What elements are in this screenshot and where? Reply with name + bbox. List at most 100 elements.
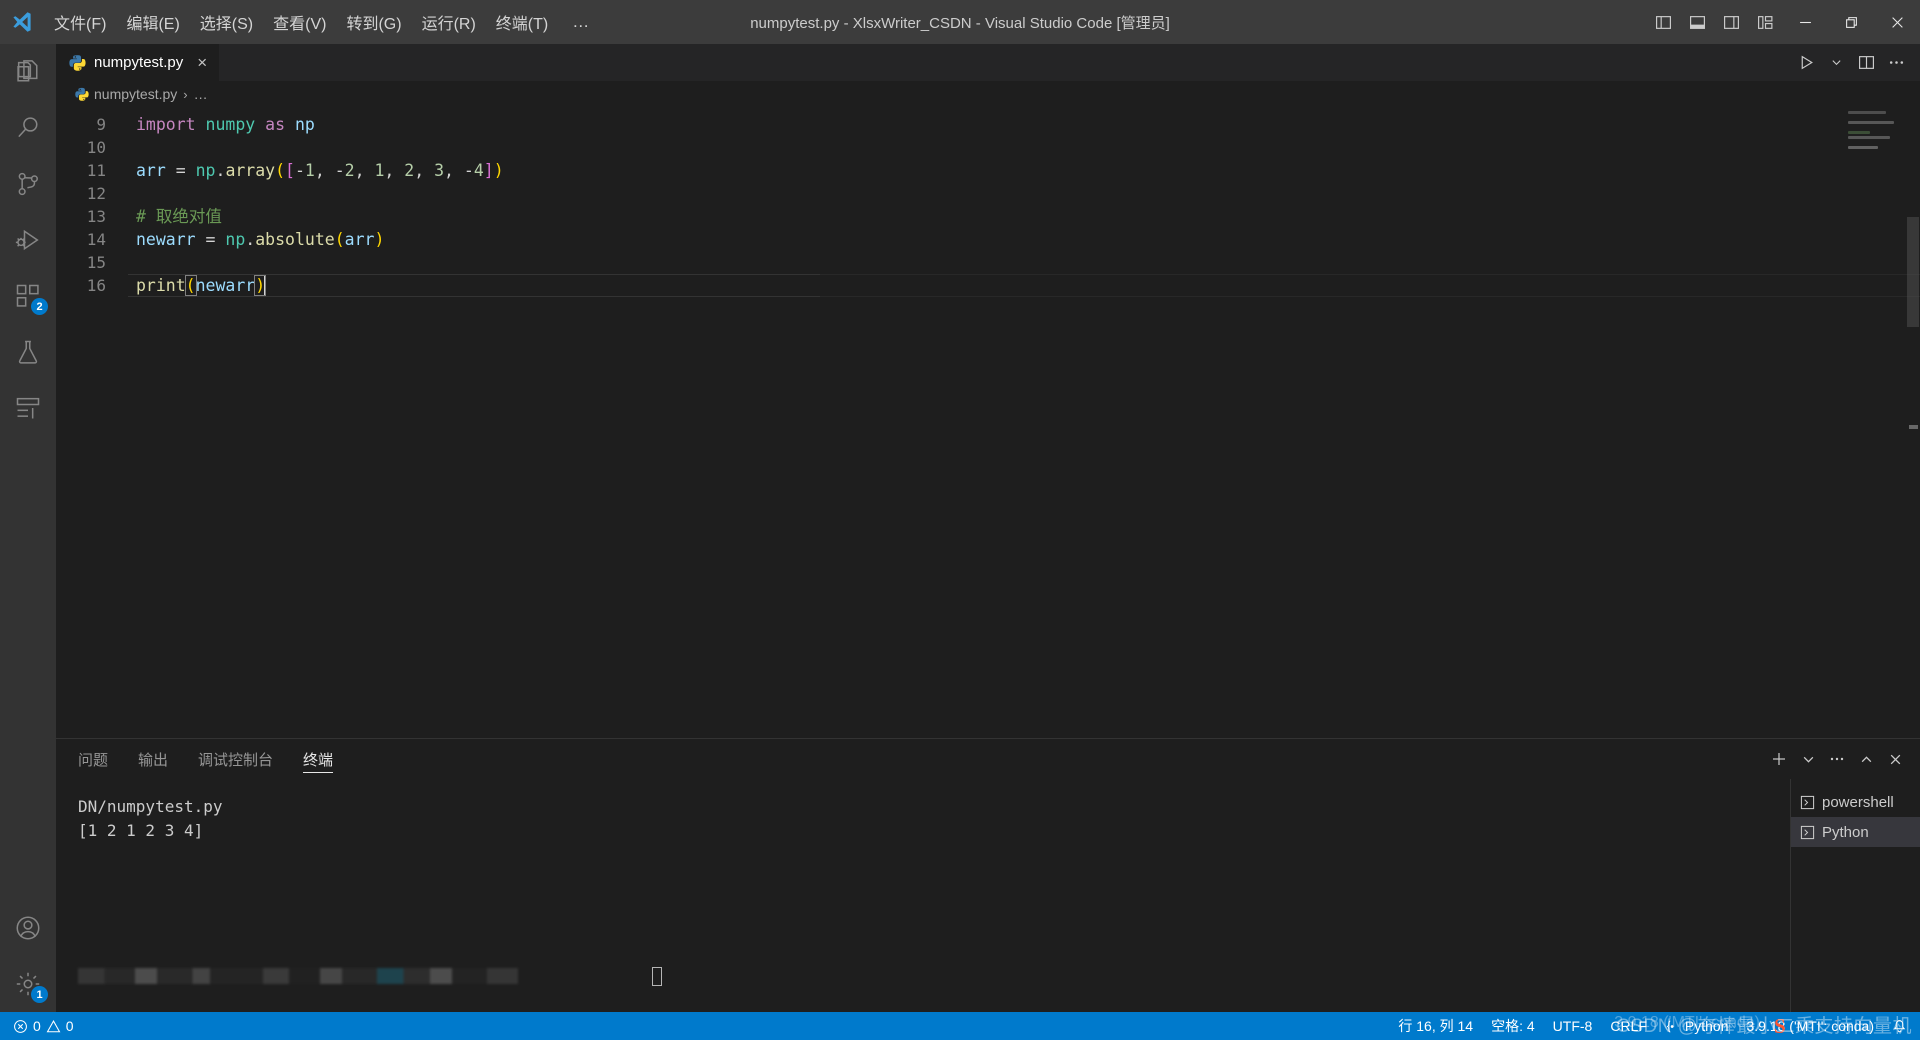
code-token: np [195,161,216,180]
terminal-entry-python[interactable]: Python [1791,817,1920,847]
warning-icon [46,1019,61,1032]
status-eol[interactable]: CRLF [1601,1012,1656,1040]
run-chevron-icon[interactable] [1822,48,1850,78]
activity-item-extensions[interactable]: 2 [0,268,56,324]
terminal-cursor [652,967,662,986]
panel-tabs: 问题 输出 调试控制台 终端 [56,739,1920,779]
panel-more-actions-icon[interactable] [1824,745,1850,773]
menu-edit[interactable]: 编辑(E) [116,0,189,44]
files-icon [17,60,38,82]
panel-tab-terminal[interactable]: 终端 [303,739,334,779]
panel-tab-debug-console[interactable]: 调试控制台 [198,739,273,779]
window-restore-button[interactable] [1828,0,1874,44]
extensions-badge: 2 [31,298,48,315]
code-token: = [165,161,196,180]
terminal-tabs-list: powershell Python [1790,779,1920,1012]
terminal-output[interactable]: DN/numpytest.py [1 2 1 2 3 4] [56,779,1790,1012]
minimap-row [1848,136,1906,139]
code-line[interactable] [128,136,1920,159]
more-actions-icon[interactable] [1882,48,1910,78]
activity-item-remote-explorer[interactable] [0,380,56,436]
code-token: , [414,161,435,180]
search-icon [18,117,38,137]
code-token: import [136,115,196,134]
toggle-secondary-sidebar-icon[interactable] [1714,0,1748,44]
python-icon [69,55,86,71]
new-terminal-icon[interactable] [1766,745,1792,773]
terminal-entry-powershell[interactable]: powershell [1791,787,1920,817]
error-icon [14,1019,27,1033]
editor-tab-numpytest[interactable]: numpytest.py × [56,44,221,81]
activity-item-search[interactable] [0,100,56,156]
status-language-mode[interactable]: Python [1656,1012,1738,1040]
run-python-file-icon[interactable] [1792,48,1820,78]
code-token: ] [483,161,494,180]
code-editor[interactable]: 9 10 11 12 13 14 15 16 import numpy as np arr = … [56,107,1920,738]
menu-terminal[interactable]: 终端(T) [486,0,558,44]
source-control-icon [18,172,38,196]
code-line[interactable] [128,182,1920,205]
activity-item-explorer[interactable] [0,44,56,100]
breadcrumb[interactable]: numpytest.py › … [56,81,1920,107]
minimap-row [1848,141,1906,144]
editor-scrollbar[interactable] [1906,107,1920,738]
menu-view[interactable]: 查看(V) [263,0,336,44]
status-encoding[interactable]: UTF-8 [1544,1012,1602,1040]
activity-item-run-and-debug[interactable] [0,212,56,268]
menu-more-icon[interactable]: … [558,0,605,44]
window-minimize-button[interactable] [1782,0,1828,44]
code-line[interactable]: # 取绝对值 [128,205,1920,228]
titlebar-right-controls [1646,0,1920,44]
close-panel-icon[interactable] [1882,745,1908,773]
toggle-panel-icon[interactable] [1680,0,1714,44]
status-indentation[interactable]: 空格: 4 [1482,1012,1544,1040]
menu-run[interactable]: 运行(R) [412,0,486,44]
bell-icon [1893,1019,1906,1032]
activity-item-testing[interactable] [0,324,56,380]
minimap-block [1848,136,1890,139]
code-token: arr [136,161,166,180]
code-line[interactable]: print(newarr) [128,274,1920,297]
minimap[interactable] [1848,111,1906,157]
terminal-prompt-blurred [78,968,518,984]
editor-actions [1792,44,1920,81]
code-line[interactable]: newarr = np.absolute(arr) [128,228,1920,251]
line-number: 11 [86,161,106,180]
code-line[interactable] [128,251,1920,274]
minimap-block [1848,146,1878,149]
code-token: 2 [404,161,415,180]
maximize-panel-icon[interactable] [1853,745,1879,773]
account-icon [16,916,40,940]
panel-tab-problems[interactable]: 问题 [78,739,108,779]
code-content[interactable]: import numpy as np arr = np.array([-1, -2… [128,107,1920,738]
activity-item-accounts[interactable] [0,900,56,956]
code-line[interactable]: import numpy as np [128,113,1920,136]
breadcrumb-file[interactable]: numpytest.py [94,86,177,102]
close-icon[interactable]: × [197,54,207,71]
split-editor-icon[interactable] [1852,48,1880,78]
terminal-dropdown-icon[interactable] [1795,745,1821,773]
customize-layout-icon[interactable] [1748,0,1782,44]
menu-go[interactable]: 转到(G) [336,0,411,44]
panel-tab-output[interactable]: 输出 [138,739,168,779]
warning-count: 0 [65,1018,74,1034]
activity-item-manage[interactable]: 1 [0,956,56,1012]
minimap-row [1848,126,1906,129]
status-errors-warnings[interactable]: 0 0 [4,1012,83,1040]
menu-file[interactable]: 文件(F) [44,0,116,44]
status-cursor-position[interactable]: 行 16, 列 14 [1389,1012,1482,1040]
code-token: ( [275,161,286,180]
status-notifications[interactable] [1883,1012,1916,1040]
breadcrumb-tail[interactable]: … [194,86,208,102]
code-line[interactable]: arr = np.array([-1, -2, 1, 2, 3, -4]) [128,159,1920,182]
menu-selection[interactable]: 选择(S) [190,0,263,44]
activity-item-source-control[interactable] [0,156,56,212]
editor-scrollbar-thumb[interactable] [1907,217,1919,327]
toggle-primary-sidebar-icon[interactable] [1646,0,1680,44]
code-token: array [225,161,276,180]
status-python-interpreter[interactable]: 3.9.18 ('MTI': conda) [1737,1012,1883,1040]
code-token: 2 [344,161,355,180]
panel-body: DN/numpytest.py [1 2 1 2 3 4] powershell [56,779,1920,1012]
window-close-button[interactable] [1874,0,1920,44]
